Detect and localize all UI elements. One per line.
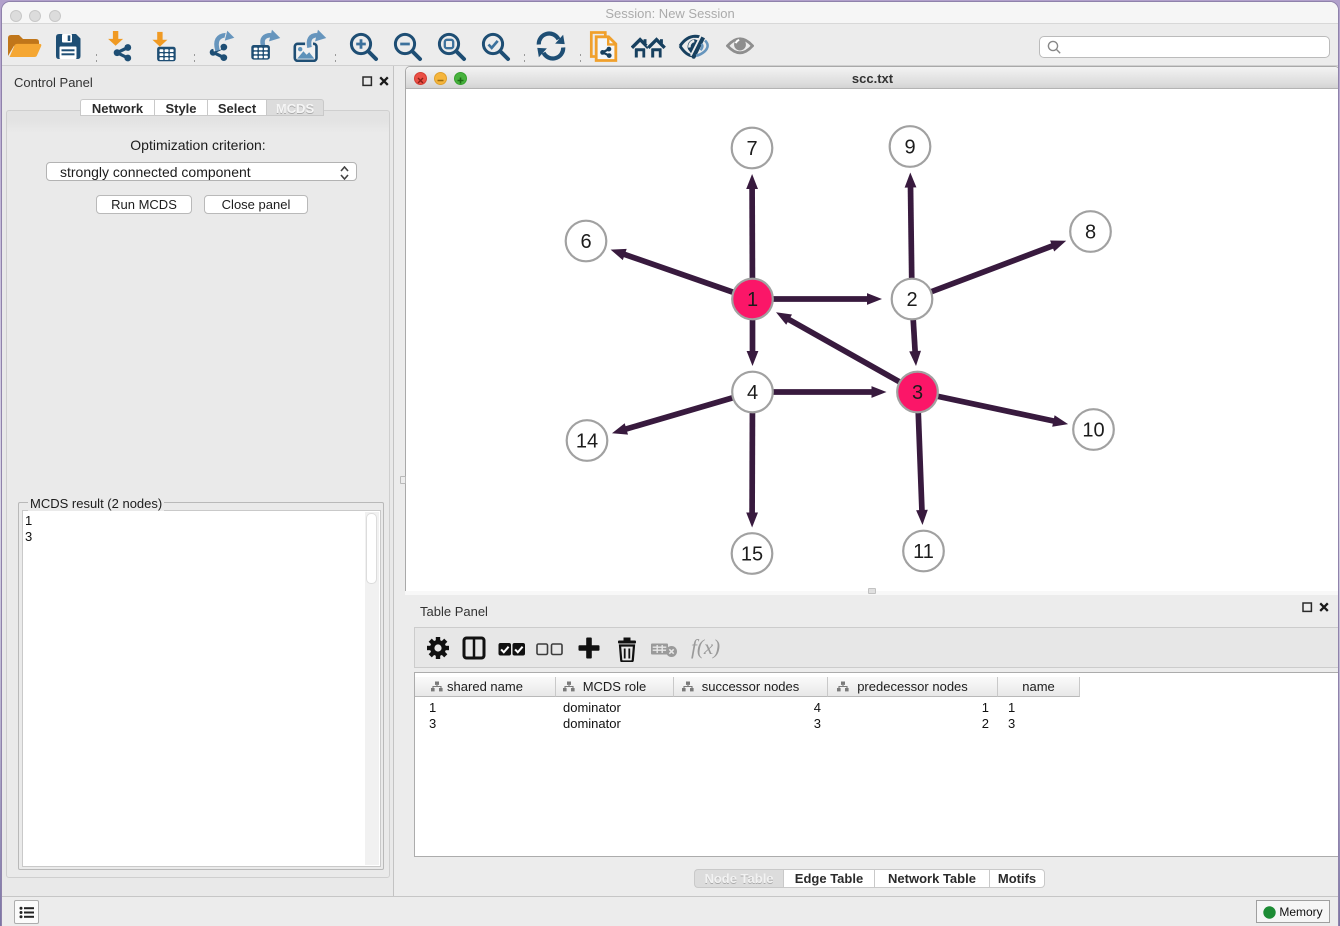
svg-text:11: 11 — [913, 541, 934, 563]
svg-text:6: 6 — [580, 231, 591, 253]
svg-text:8: 8 — [1085, 222, 1096, 244]
svg-text:14: 14 — [576, 431, 598, 453]
svg-text:10: 10 — [1082, 420, 1104, 442]
svg-text:15: 15 — [741, 544, 763, 566]
svg-text:2: 2 — [906, 289, 917, 311]
svg-text:4: 4 — [747, 382, 758, 404]
svg-text:9: 9 — [904, 137, 915, 159]
svg-text:1: 1 — [747, 289, 758, 311]
svg-text:3: 3 — [912, 382, 923, 404]
svg-text:7: 7 — [746, 138, 757, 160]
